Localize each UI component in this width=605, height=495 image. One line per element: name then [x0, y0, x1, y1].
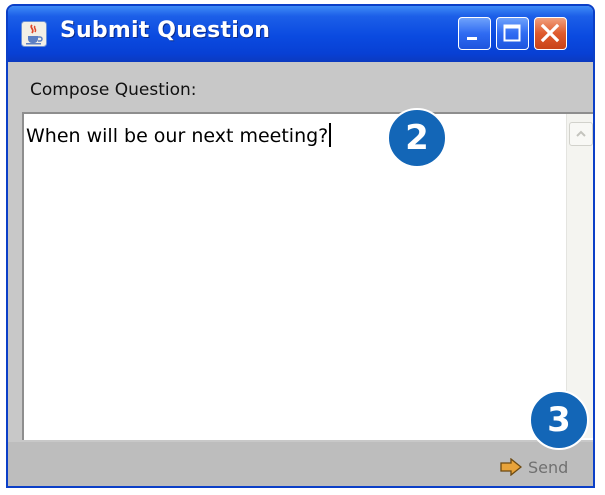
- send-label: Send: [528, 457, 569, 477]
- minimize-icon: [467, 37, 477, 40]
- question-textarea[interactable]: When will be our next meeting?: [22, 112, 593, 440]
- vertical-scrollbar[interactable]: [566, 114, 593, 438]
- send-button[interactable]: Send: [500, 455, 568, 479]
- minimize-button[interactable]: [458, 17, 491, 50]
- text-caret: [329, 123, 332, 147]
- close-icon: [540, 23, 560, 43]
- title-bar[interactable]: Submit Question: [8, 6, 593, 62]
- chevron-up-icon: [576, 130, 586, 137]
- java-cup-icon: [21, 21, 47, 47]
- scroll-up-button[interactable]: [569, 122, 593, 146]
- step-callout-3: 3: [529, 390, 589, 450]
- arrow-right-icon: [500, 458, 522, 476]
- window-title: Submit Question: [60, 18, 271, 43]
- question-text-value: When will be our next meeting?: [26, 123, 332, 147]
- maximize-icon: [503, 24, 521, 42]
- close-button[interactable]: [534, 17, 567, 50]
- submit-question-window: Submit Question Compose Question: When w…: [6, 4, 595, 488]
- step-callout-2: 2: [387, 108, 447, 168]
- maximize-button[interactable]: [496, 17, 529, 50]
- compose-question-label: Compose Question:: [30, 80, 197, 100]
